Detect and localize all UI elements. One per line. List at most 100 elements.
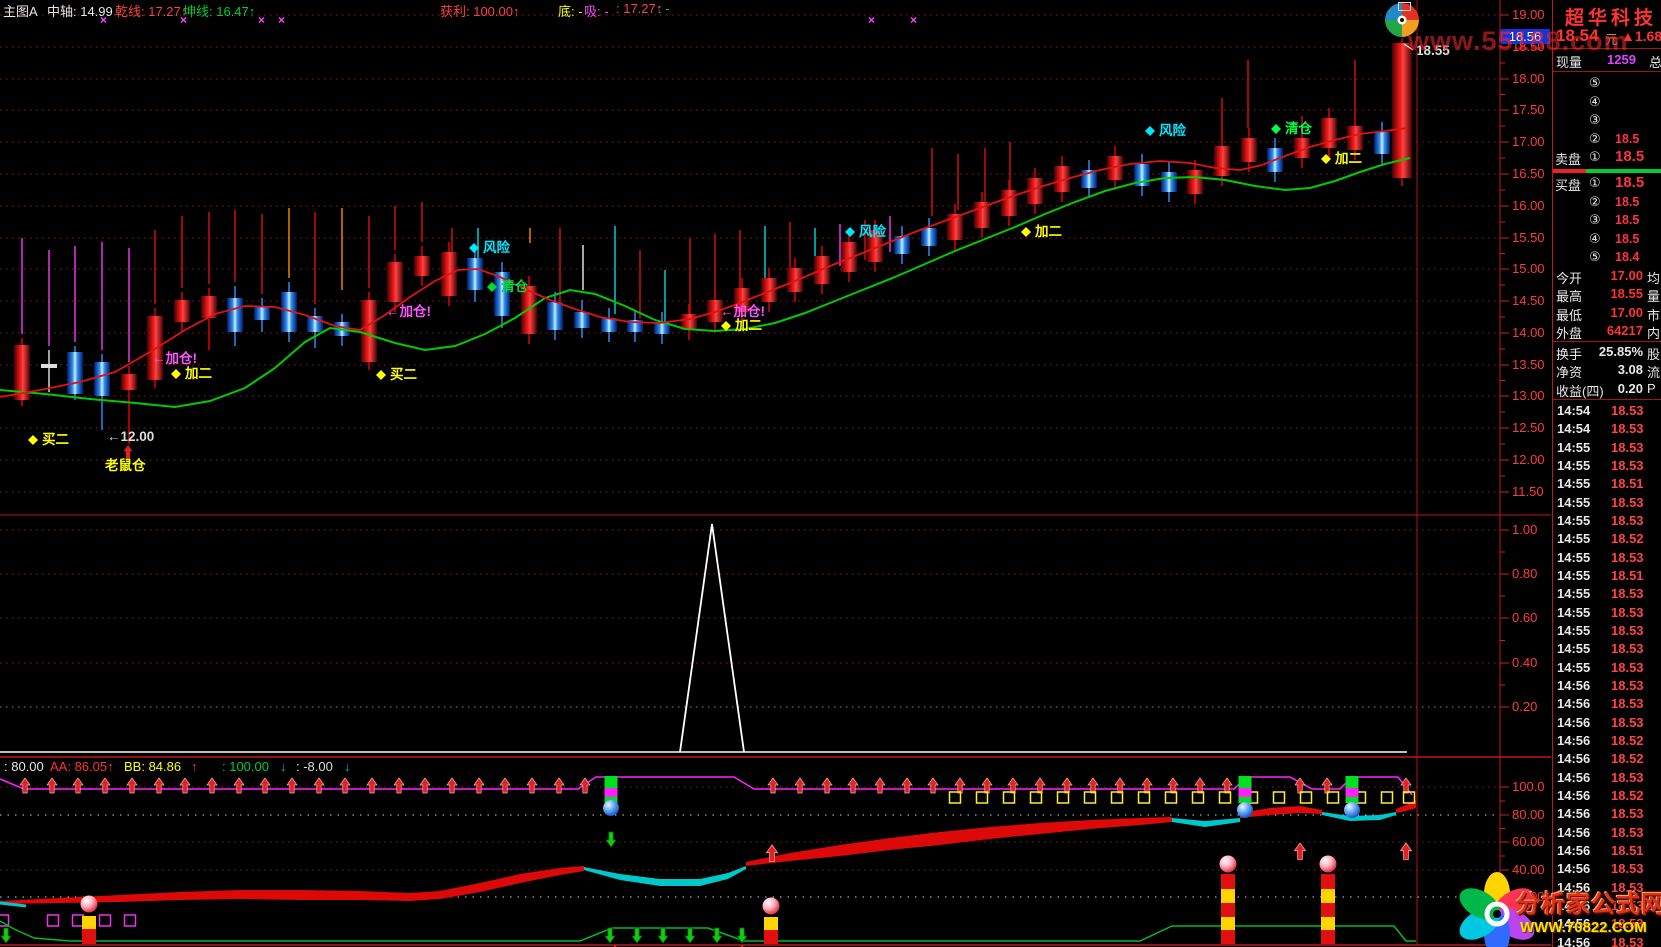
chart-canvas[interactable]: 买二←12.00老鼠仓←加仓!加二买二←加仓!风险清仓←加仓!加二风险加二风险清… — [0, 0, 1661, 947]
candle-body — [574, 312, 590, 328]
strength-bar-segment — [1586, 169, 1661, 173]
down-arrow-icon — [1, 928, 11, 943]
trading-terminal: 买二←12.00老鼠仓←加仓!加二买二←加仓!风险清仓←加仓!加二风险加二风险清… — [0, 0, 1661, 947]
quote-field: 18.4 — [1615, 250, 1639, 264]
quote-field: 14:54 — [1557, 421, 1590, 436]
label: 风险 — [483, 239, 510, 255]
candle-body — [547, 302, 563, 330]
striped-column — [82, 916, 96, 929]
up-arrow-icon — [1142, 778, 1152, 793]
up-arrow-icon — [180, 778, 190, 793]
up-arrow-icon — [955, 778, 965, 793]
up-arrow-icon — [47, 778, 57, 793]
quote-field: 14:56 — [1557, 788, 1590, 803]
spike-indicator — [680, 524, 744, 752]
quote-field: 14:56 — [1557, 696, 1590, 711]
quote-field: ② — [1589, 131, 1601, 147]
up-arrow-icon — [1195, 778, 1205, 793]
yellow-square-icon — [1274, 792, 1285, 803]
stack-magenta — [605, 788, 618, 797]
trend-band — [1396, 800, 1416, 813]
label: 17.50 — [1512, 102, 1545, 117]
quote-field: 18.53 — [1611, 825, 1644, 840]
stack-magenta — [1346, 788, 1359, 797]
up-arrow-icon — [287, 778, 297, 793]
label: 老鼠仓 — [105, 457, 146, 473]
candle-body — [921, 228, 937, 246]
label: 17.00 — [1512, 134, 1545, 149]
quote-field: 14:55 — [1557, 660, 1590, 675]
label: × — [868, 13, 875, 27]
up-arrow-icon — [1008, 778, 1018, 793]
quote-field: 18.52 — [1611, 751, 1644, 766]
candle-body — [67, 352, 83, 394]
quote-field: 18.53 — [1611, 770, 1644, 785]
quote-field: 18.53 — [1611, 715, 1644, 730]
label: 0.60 — [1512, 610, 1537, 625]
label: 18.55 — [1416, 43, 1450, 58]
label: 14.00 — [1512, 325, 1545, 340]
quote-field: ① — [1589, 175, 1601, 191]
label: × — [100, 13, 107, 27]
quote-field: 14:56 — [1557, 733, 1590, 748]
label: 加二 — [1034, 224, 1063, 239]
quote-field: 18.51 — [1611, 476, 1644, 491]
candle-body — [41, 364, 57, 368]
quote-field: ③ — [1589, 212, 1601, 228]
candlesticks — [14, 38, 1412, 444]
strength-bar-segment — [1553, 169, 1586, 173]
label: 12.00 — [1512, 452, 1545, 467]
label: 60.00 — [1512, 834, 1545, 849]
window-icon — [1398, 2, 1411, 11]
quote-field: 18.5 — [1615, 148, 1644, 165]
up-arrow-icon — [928, 778, 938, 793]
quote-field: ③ — [1589, 112, 1601, 128]
label: 加二 — [1334, 151, 1363, 166]
yellow-square-icon — [1031, 792, 1042, 803]
quote-field: 最低 — [1556, 305, 1582, 324]
quote-field: 17.00 — [1581, 305, 1643, 320]
striped-column — [1221, 874, 1235, 889]
quote-field: 14:56 — [1557, 770, 1590, 785]
up-arrow-icon — [1168, 778, 1178, 793]
label: × — [258, 13, 265, 27]
quote-field: 18.5 — [1615, 174, 1644, 191]
quote-field: 18.5 — [1615, 213, 1639, 227]
up-arrow-icon — [474, 778, 484, 793]
up-arrow-icon — [1035, 778, 1045, 793]
candle-body — [94, 362, 110, 396]
quote-field: 18.53 — [1611, 861, 1644, 876]
quote-field: 18.53 — [1611, 605, 1644, 620]
quote-field: 18.53 — [1611, 623, 1644, 638]
quote-field: 18.55 — [1581, 286, 1643, 301]
yellow-square-icon — [1328, 792, 1339, 803]
logo-url[interactable]: WWW.70822.COM — [1520, 919, 1647, 936]
label: 15.00 — [1512, 261, 1545, 276]
label: 80.00 — [1512, 807, 1545, 822]
striped-column — [1321, 889, 1335, 903]
quote-field: 14:55 — [1557, 495, 1590, 510]
volume-suffix: 总 — [1649, 52, 1661, 71]
yellow-square-icon — [1004, 792, 1015, 803]
quote-field: 14:56 — [1557, 935, 1590, 947]
up-arrow-icon — [982, 778, 992, 793]
blue-ball-icon — [603, 800, 619, 816]
quote-field: 14:55 — [1557, 623, 1590, 638]
quote-field: 今开 — [1556, 268, 1582, 287]
quote-field: 0.20 — [1581, 381, 1643, 396]
quote-field: 18.53 — [1611, 806, 1644, 821]
quote-field: 18.53 — [1611, 403, 1644, 418]
candle-body — [1374, 132, 1390, 154]
label: 买二 — [390, 367, 417, 382]
quote-field: 14:55 — [1557, 641, 1590, 656]
candle-body — [1347, 126, 1363, 150]
signal-markers: 买二←12.00老鼠仓←加仓!加二买二←加仓!风险清仓←加仓!加二风险加二风险清… — [28, 13, 1450, 473]
quote-field: 外盘 — [1556, 323, 1582, 342]
quote-field: 最高 — [1556, 286, 1582, 305]
yellow-square-icon — [1112, 792, 1123, 803]
striped-column — [1321, 874, 1335, 889]
divider — [1553, 48, 1661, 49]
striped-column — [1321, 903, 1335, 917]
quote-field: 14:55 — [1557, 586, 1590, 601]
label: 0.80 — [1512, 566, 1537, 581]
